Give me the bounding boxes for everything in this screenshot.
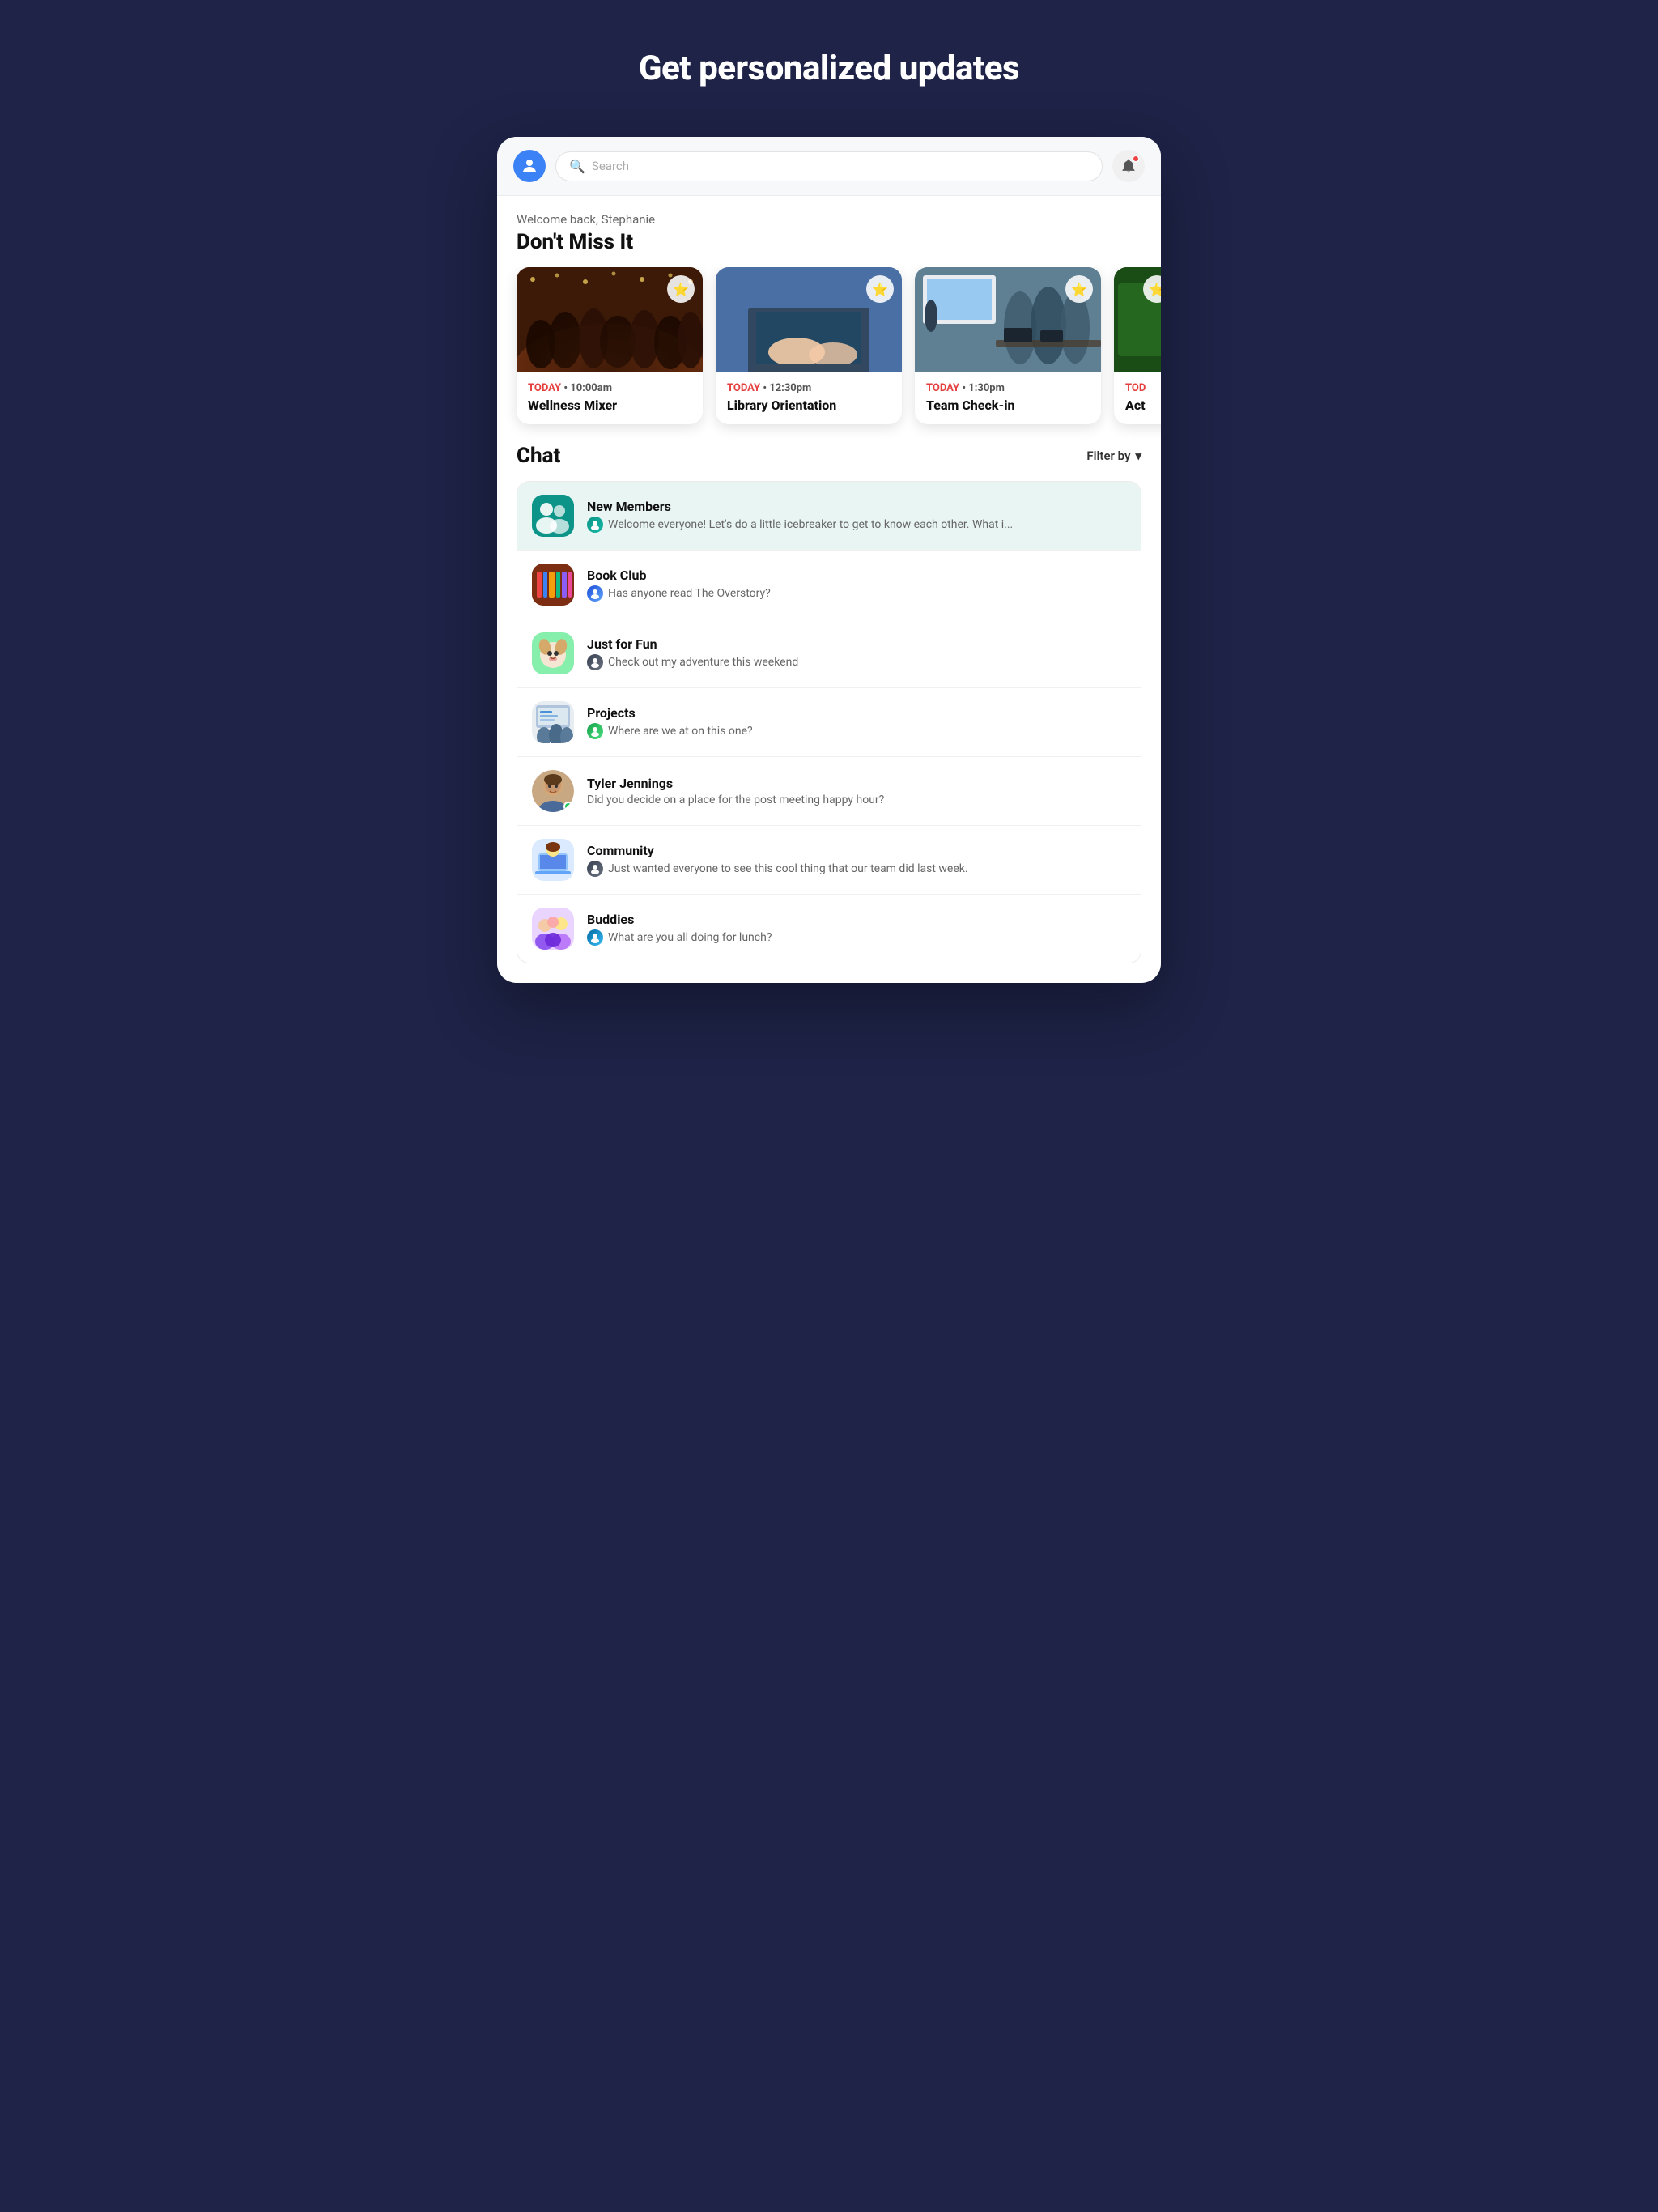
chat-item-just-for-fun[interactable]: Just for Fun Check out my adventure this… [517,619,1141,688]
event-name-teamcheckin: Team Check-in [926,398,1090,413]
chat-name-book-club: Book Club [587,568,1126,583]
sender-icon-new-members [587,517,603,533]
chat-avatar-buddies [532,908,574,950]
chat-item-tyler-jennings[interactable]: Tyler Jennings Did you decide on a place… [517,757,1141,826]
online-indicator-tyler [563,802,573,811]
chat-content-tyler-jennings: Tyler Jennings Did you decide on a place… [587,776,1126,806]
event-name-library: Library Orientation [727,398,891,413]
welcome-section: Welcome back, Stephanie Don't Miss It [497,196,1161,267]
chat-list: New Members Welcome everyone! Let's do a… [517,481,1141,963]
chat-name-new-members: New Members [587,499,1126,514]
filter-button[interactable]: Filter by ▾ [1086,449,1141,463]
chat-preview-new-members: Welcome everyone! Let's do a little iceb… [587,517,1126,533]
chat-preview-community: Just wanted everyone to see this cool th… [587,861,1126,877]
chat-title: Chat [517,444,560,468]
chat-name-tyler-jennings: Tyler Jennings [587,776,1126,791]
event-star-wellness[interactable]: ⭐ [667,275,695,303]
chat-avatar-new-members [532,495,574,537]
chat-section: Chat Filter by ▾ [497,444,1161,963]
welcome-text: Welcome back, Stephanie [517,212,1141,227]
search-icon: 🔍 [569,159,585,174]
app-logo [513,150,546,182]
chat-avatar-projects [532,701,574,743]
notification-button[interactable] [1112,150,1145,182]
notification-dot [1132,155,1140,163]
event-star-library[interactable]: ⭐ [866,275,894,303]
chat-preview-just-for-fun: Check out my adventure this weekend [587,654,1126,670]
chat-avatar-tyler-jennings [532,770,574,812]
event-image-teamcheckin: ⭐ [915,267,1101,372]
chat-name-just-for-fun: Just for Fun [587,636,1126,652]
chevron-down-icon: ▾ [1135,449,1141,463]
app-card: 🔍 Search Welcome back, Stephanie Don't M… [497,137,1161,983]
event-image-wellness: ⭐ [517,267,703,372]
chat-preview-book-club: Has anyone read The Overstory? [587,585,1126,602]
event-info-library: TODAY • 12:30pm Library Orientation [716,372,902,424]
search-placeholder: Search [592,159,629,173]
chat-preview-tyler-jennings: Did you decide on a place for the post m… [587,793,1126,806]
sender-icon-projects [587,723,603,739]
event-time-partial: TOD [1125,382,1161,394]
event-card-partial[interactable]: ⭐ TOD Act [1114,267,1161,424]
event-star-teamcheckin[interactable]: ⭐ [1065,275,1093,303]
chat-content-just-for-fun: Just for Fun Check out my adventure this… [587,636,1126,670]
event-info-teamcheckin: TODAY • 1:30pm Team Check-in [915,372,1101,424]
chat-content-new-members: New Members Welcome everyone! Let's do a… [587,499,1126,533]
chat-preview-projects: Where are we at on this one? [587,723,1126,739]
sender-icon-buddies [587,929,603,946]
chat-content-community: Community Just wanted everyone to see th… [587,843,1126,877]
event-image-library: ⭐ [716,267,902,372]
chat-item-projects[interactable]: Projects Where are we at on this one? [517,688,1141,757]
chat-item-community[interactable]: Community Just wanted everyone to see th… [517,826,1141,895]
chat-item-new-members[interactable]: New Members Welcome everyone! Let's do a… [517,482,1141,551]
event-time-teamcheckin: TODAY • 1:30pm [926,382,1090,394]
chat-item-buddies[interactable]: Buddies What are you all doing for lunch… [517,895,1141,963]
events-scroll[interactable]: ⭐ TODAY • 10:00am Wellness Mixer [497,267,1161,444]
chat-avatar-community [532,839,574,881]
app-header: 🔍 Search [497,137,1161,196]
event-time-library: TODAY • 12:30pm [727,382,891,394]
page-title: Get personalized updates [639,49,1019,88]
chat-name-community: Community [587,843,1126,858]
chat-content-book-club: Book Club Has anyone read The Overstory? [587,568,1126,602]
event-card-library[interactable]: ⭐ TODAY • 12:30pm Library Orientation [716,267,902,424]
chat-name-projects: Projects [587,705,1126,721]
filter-label: Filter by [1086,449,1130,463]
event-name-wellness: Wellness Mixer [528,398,691,413]
chat-item-book-club[interactable]: Book Club Has anyone read The Overstory? [517,551,1141,619]
chat-preview-buddies: What are you all doing for lunch? [587,929,1126,946]
event-card-teamcheckin[interactable]: ⭐ TODAY • 1:30pm Team Check-in [915,267,1101,424]
event-name-partial: Act [1125,398,1161,413]
sender-icon-book-club [587,585,603,602]
chat-avatar-just-for-fun [532,632,574,674]
dont-miss-title: Don't Miss It [517,230,1141,254]
search-bar[interactable]: 🔍 Search [555,151,1103,181]
chat-header: Chat Filter by ▾ [517,444,1141,468]
event-info-partial: TOD Act [1114,372,1161,424]
event-card-wellness[interactable]: ⭐ TODAY • 10:00am Wellness Mixer [517,267,703,424]
sender-icon-community [587,861,603,877]
event-time-wellness: TODAY • 10:00am [528,382,691,394]
sender-icon-just-for-fun [587,654,603,670]
event-info-wellness: TODAY • 10:00am Wellness Mixer [517,372,703,424]
chat-content-projects: Projects Where are we at on this one? [587,705,1126,739]
chat-avatar-book-club [532,564,574,606]
event-image-partial: ⭐ [1114,267,1161,372]
chat-content-buddies: Buddies What are you all doing for lunch… [587,912,1126,946]
chat-name-buddies: Buddies [587,912,1126,927]
